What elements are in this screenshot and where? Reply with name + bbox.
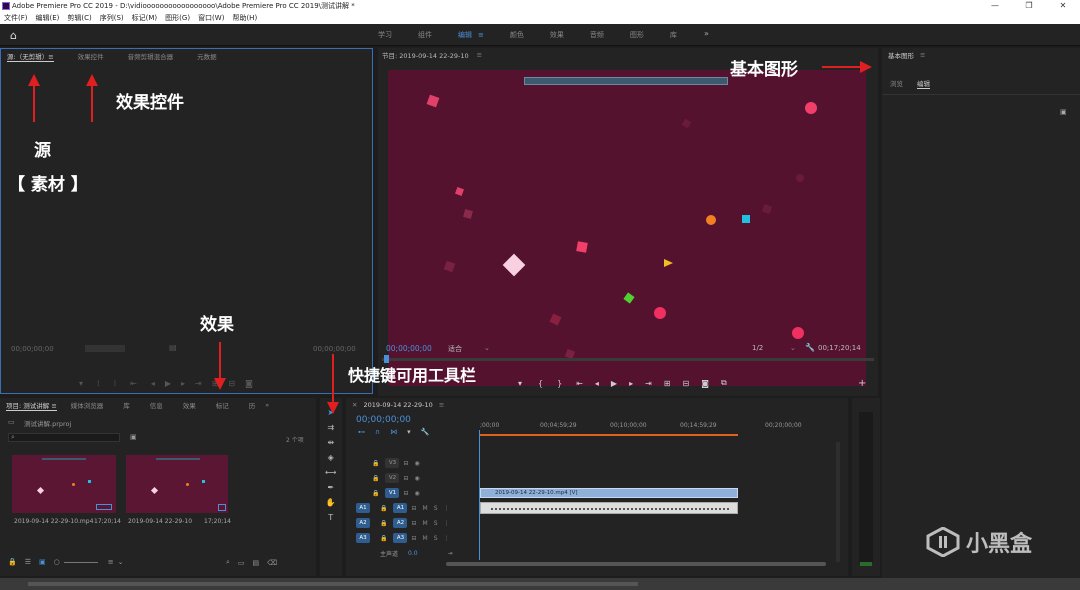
annotation-shortcut-tools: 快捷键可用工具栏 (348, 366, 477, 385)
annotation-source: 源 (34, 141, 51, 161)
annotation-essential-graphics: 基本图形 (730, 60, 798, 80)
watermark-logo-icon (926, 527, 960, 557)
annotation-effects: 效果 (200, 315, 234, 335)
annotation-effect-controls: 效果控件 (116, 93, 184, 113)
annotation-material: 【 素材 】 (8, 175, 88, 195)
watermark: 小黑盒 (926, 526, 1032, 558)
watermark-text: 小黑盒 (966, 532, 1033, 557)
